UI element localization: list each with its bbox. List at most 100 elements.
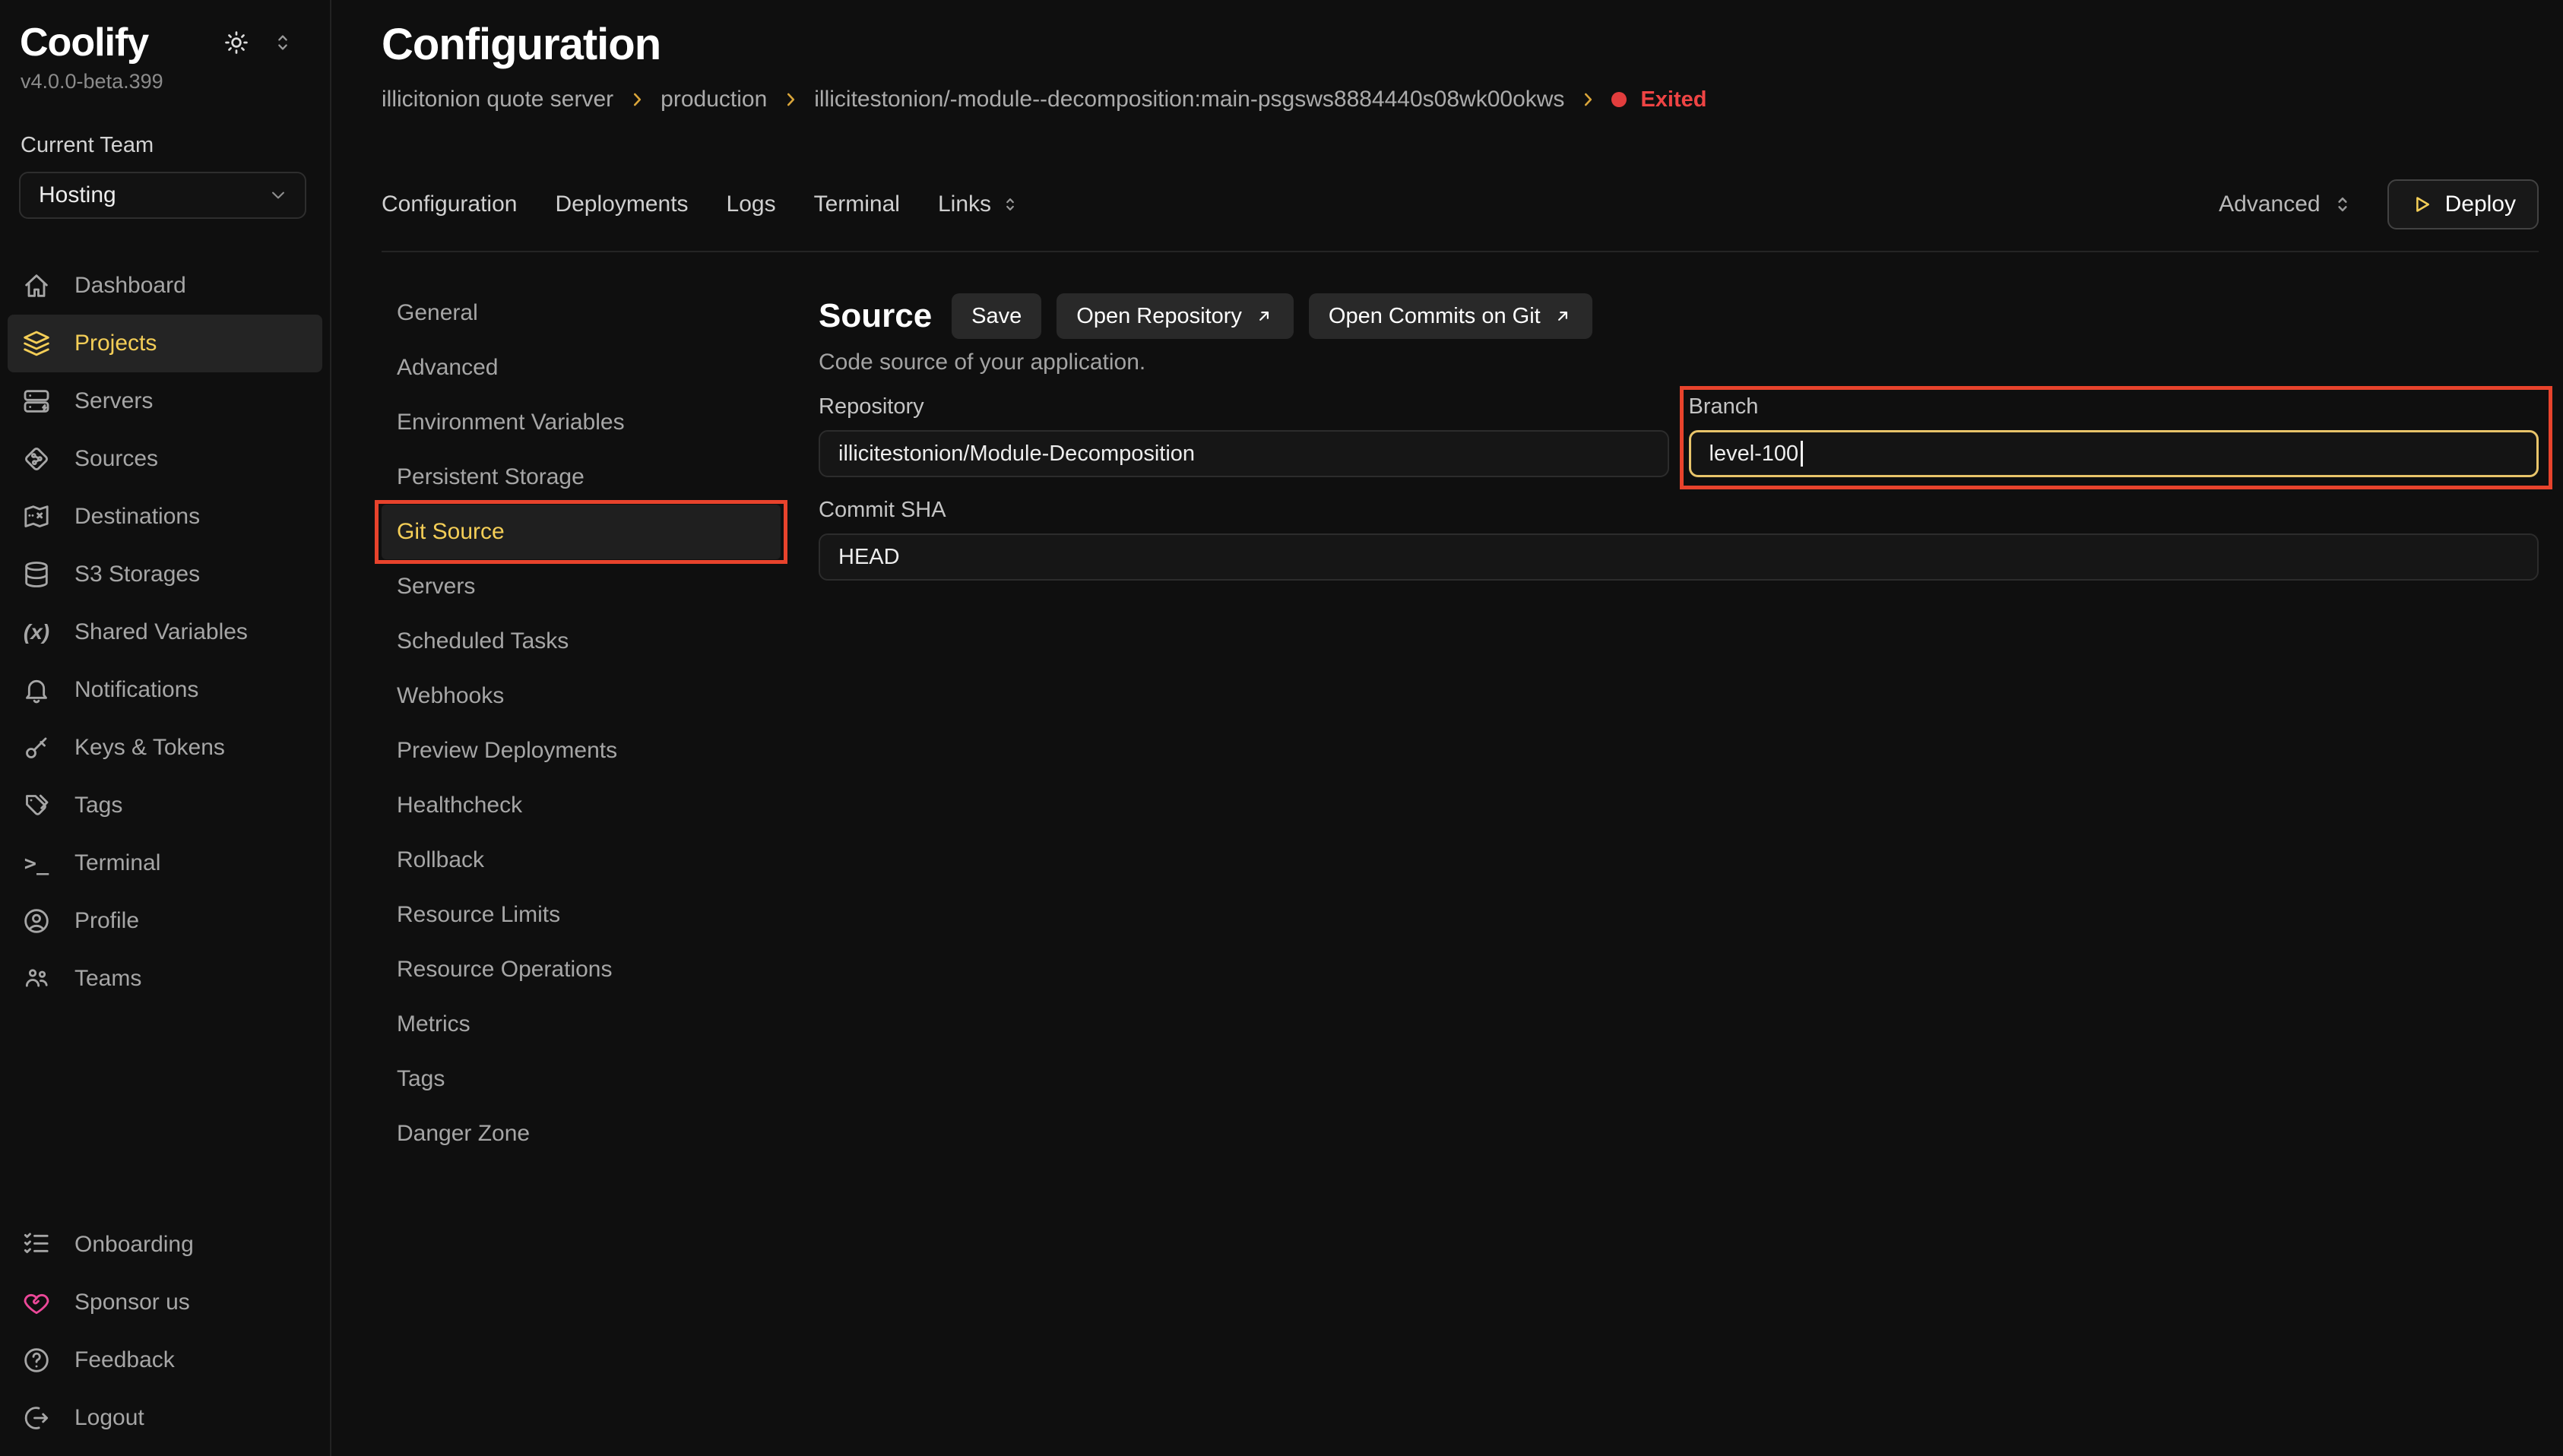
sidebar-item-onboarding[interactable]: Onboarding xyxy=(8,1216,322,1274)
breadcrumb-project[interactable]: illicitonion quote server xyxy=(382,87,613,112)
sidebar-item-logout[interactable]: Logout xyxy=(8,1389,322,1447)
sidebar-item-label: Sources xyxy=(74,446,158,472)
open-commits-button[interactable]: Open Commits on Git xyxy=(1309,293,1592,339)
server-icon xyxy=(21,386,52,416)
subnav-item-resource-operations[interactable]: Resource Operations xyxy=(382,942,781,997)
sidebar-item-notifications[interactable]: Notifications xyxy=(8,661,322,719)
subnav-item-webhooks[interactable]: Webhooks xyxy=(382,669,781,723)
sidebar-item-feedback[interactable]: Feedback xyxy=(8,1331,322,1389)
chevron-right-icon xyxy=(1578,90,1598,109)
subnav-item-healthcheck[interactable]: Healthcheck xyxy=(382,778,781,833)
sidebar-header: Coolify xyxy=(0,0,330,65)
chevron-right-icon xyxy=(781,90,800,109)
subnav-item-git-source[interactable]: Git Source xyxy=(382,505,781,559)
subnav-item-general[interactable]: General xyxy=(382,286,781,340)
deploy-button[interactable]: Deploy xyxy=(2387,179,2539,229)
sidebar-item-terminal[interactable]: >_ Terminal xyxy=(8,834,322,892)
users-icon xyxy=(21,964,52,994)
tabs: Configuration Deployments Logs Terminal … xyxy=(382,191,1020,217)
tags-icon xyxy=(21,790,52,821)
advanced-dropdown[interactable]: Advanced xyxy=(2219,191,2353,217)
logout-icon xyxy=(21,1403,52,1433)
sidebar-item-label: Terminal xyxy=(74,850,160,876)
chevrons-up-down-icon xyxy=(1000,195,1020,214)
sidebar-item-label: Shared Variables xyxy=(74,619,248,645)
sidebar-item-sources[interactable]: Sources xyxy=(8,430,322,488)
sidebar-item-servers[interactable]: Servers xyxy=(8,372,322,430)
commit-sha-field: Commit SHA HEAD xyxy=(819,497,2539,581)
breadcrumb-environment[interactable]: production xyxy=(661,87,767,112)
heart-handshake-icon xyxy=(21,1287,52,1318)
map-icon xyxy=(21,502,52,532)
sidebar-footer-nav: Onboarding Sponsor us Feedback Logout xyxy=(0,1216,330,1447)
subnav-item-environment-variables[interactable]: Environment Variables xyxy=(382,395,781,450)
subnav-item-tags[interactable]: Tags xyxy=(382,1052,781,1106)
configuration-subnav: General Advanced Environment Variables P… xyxy=(382,286,819,1161)
main-area: Configuration illicitonion quote server … xyxy=(333,0,2563,1456)
theme-toggle-button[interactable] xyxy=(222,28,251,57)
subnav-item-danger-zone[interactable]: Danger Zone xyxy=(382,1106,781,1161)
source-form: Repository illicitestonion/Module-Decomp… xyxy=(819,394,2539,581)
help-circle-icon xyxy=(21,1345,52,1375)
theme-selector-button[interactable] xyxy=(271,30,295,55)
tab-configuration[interactable]: Configuration xyxy=(382,191,517,217)
subnav-item-advanced[interactable]: Advanced xyxy=(382,340,781,395)
play-icon xyxy=(2410,193,2433,216)
sidebar-item-sponsor-us[interactable]: Sponsor us xyxy=(8,1274,322,1331)
sidebar-item-label: S3 Storages xyxy=(74,562,200,587)
sidebar-item-label: Notifications xyxy=(74,677,198,703)
subnav-item-metrics[interactable]: Metrics xyxy=(382,997,781,1052)
arrow-up-right-icon xyxy=(1254,306,1274,326)
text-cursor xyxy=(1801,441,1803,467)
sidebar-item-label: Teams xyxy=(74,966,141,992)
save-button[interactable]: Save xyxy=(952,293,1041,339)
tab-logs[interactable]: Logs xyxy=(727,191,776,217)
source-panel-header: Source Save Open Repository Open Commits… xyxy=(819,293,2539,339)
sidebar-item-label: Projects xyxy=(74,331,157,356)
sidebar-item-teams[interactable]: Teams xyxy=(8,950,322,1008)
subnav-item-rollback[interactable]: Rollback xyxy=(382,833,781,888)
subnav-item-persistent-storage[interactable]: Persistent Storage xyxy=(382,450,781,505)
sidebar-item-projects[interactable]: Projects xyxy=(8,315,322,372)
sidebar-item-tags[interactable]: Tags xyxy=(8,777,322,834)
breadcrumb: illicitonion quote server production ill… xyxy=(382,87,2539,112)
team-select-value: Hosting xyxy=(39,182,116,208)
sidebar-item-dashboard[interactable]: Dashboard xyxy=(8,257,322,315)
sidebar-item-shared-variables[interactable]: (x) Shared Variables xyxy=(8,603,322,661)
breadcrumb-application[interactable]: illicitestonion/-module--decomposition:m… xyxy=(814,87,1564,112)
commit-sha-input[interactable]: HEAD xyxy=(819,533,2539,581)
team-select[interactable]: Hosting xyxy=(19,172,306,219)
database-icon xyxy=(21,559,52,590)
app-logo: Coolify xyxy=(20,20,202,65)
configuration-content: General Advanced Environment Variables P… xyxy=(382,286,2539,1161)
sidebar-item-label: Destinations xyxy=(74,504,200,530)
branch-field: Branch level-100 xyxy=(1689,394,2539,477)
subnav-item-servers[interactable]: Servers xyxy=(382,559,781,614)
tab-deployments[interactable]: Deployments xyxy=(555,191,688,217)
tab-links[interactable]: Links xyxy=(938,191,1020,217)
user-circle-icon xyxy=(21,906,52,936)
bell-icon xyxy=(21,675,52,705)
sidebar-item-label: Feedback xyxy=(74,1347,175,1373)
sidebar-item-s3-storages[interactable]: S3 Storages xyxy=(8,546,322,603)
subnav-item-scheduled-tasks[interactable]: Scheduled Tasks xyxy=(382,614,781,669)
open-repository-button[interactable]: Open Repository xyxy=(1057,293,1294,339)
layers-icon xyxy=(21,328,52,359)
current-team-label: Current Team xyxy=(0,93,330,158)
tab-bar: Configuration Deployments Logs Terminal … xyxy=(382,179,2539,252)
terminal-icon: >_ xyxy=(21,848,52,878)
subnav-item-resource-limits[interactable]: Resource Limits xyxy=(382,888,781,942)
sidebar-item-label: Sponsor us xyxy=(74,1290,190,1315)
repository-input[interactable]: illicitestonion/Module-Decomposition xyxy=(819,430,1669,477)
sidebar-item-destinations[interactable]: Destinations xyxy=(8,488,322,546)
subnav-item-preview-deployments[interactable]: Preview Deployments xyxy=(382,723,781,778)
tab-terminal[interactable]: Terminal xyxy=(814,191,900,217)
sidebar-item-label: Profile xyxy=(74,908,139,934)
sidebar-item-label: Onboarding xyxy=(74,1232,194,1258)
branch-input[interactable]: level-100 xyxy=(1689,430,2539,477)
sidebar-item-profile[interactable]: Profile xyxy=(8,892,322,950)
sidebar-nav: Dashboard Projects Servers Sources Desti… xyxy=(0,257,330,1008)
app-version: v4.0.0-beta.399 xyxy=(0,65,330,93)
key-icon xyxy=(21,733,52,763)
sidebar-item-keys-tokens[interactable]: Keys & Tokens xyxy=(8,719,322,777)
